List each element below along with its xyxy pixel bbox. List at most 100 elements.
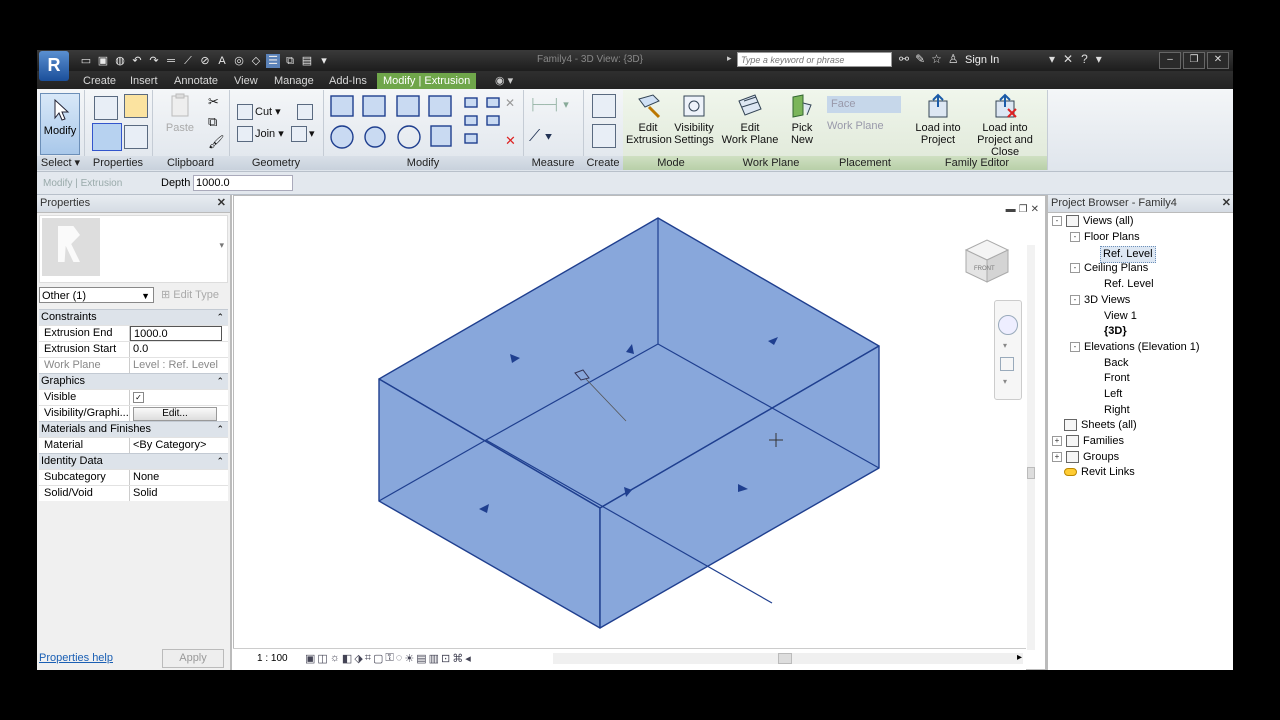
close-icon[interactable]: ✕ bbox=[217, 195, 226, 212]
trim-extend-single-icon[interactable]: ✕ bbox=[505, 96, 515, 110]
tree-item-right[interactable]: Right bbox=[1104, 403, 1130, 418]
wall-joins-icon[interactable] bbox=[295, 104, 315, 120]
search-input[interactable]: Type a keyword or phrase bbox=[737, 52, 892, 67]
close-icon[interactable]: ✕ bbox=[1207, 52, 1229, 69]
move-icon[interactable] bbox=[330, 125, 354, 149]
type-selector[interactable]: ▾ bbox=[39, 215, 228, 283]
tree-item-back[interactable]: Back bbox=[1104, 356, 1128, 371]
mirror-pick-axis-icon[interactable] bbox=[396, 95, 420, 117]
collapse-toggle-icon[interactable]: - bbox=[1070, 295, 1080, 306]
depth-input[interactable] bbox=[193, 175, 293, 191]
binoculars-icon[interactable]: ⚯ bbox=[899, 52, 909, 66]
family-types-icon[interactable] bbox=[124, 94, 148, 118]
text-icon[interactable]: A bbox=[215, 54, 229, 68]
visibility-settings-button[interactable]: Visibility Settings bbox=[672, 93, 716, 146]
expand-toggle-icon[interactable]: + bbox=[1052, 436, 1062, 447]
type-properties-icon[interactable] bbox=[94, 96, 118, 120]
sun-path-icon[interactable]: ☼ bbox=[330, 652, 340, 665]
face-button[interactable]: Face bbox=[827, 96, 901, 113]
edit-type-button[interactable]: ⊞ Edit Type bbox=[161, 288, 219, 301]
scroll-left-icon[interactable]: ◂ bbox=[465, 652, 471, 665]
tab-manage[interactable]: Manage bbox=[268, 73, 320, 89]
prop-row[interactable]: Visibility/Graphi... Edit... bbox=[39, 405, 228, 421]
close-icon[interactable]: ✕ bbox=[1222, 195, 1231, 212]
analytical-model-icon[interactable]: ▤ bbox=[416, 652, 426, 665]
exchange-icon[interactable]: ✕ bbox=[1063, 52, 1073, 66]
subscription-icon[interactable]: ✎ bbox=[915, 52, 925, 66]
tab-create[interactable]: Create bbox=[77, 73, 122, 89]
aligned-dimension-icon[interactable]: ⟋ ▾ bbox=[529, 128, 552, 146]
steering-wheel-icon[interactable] bbox=[998, 315, 1018, 335]
collapse-toggle-icon[interactable]: - bbox=[1070, 232, 1080, 243]
tree-item-groups[interactable]: + Groups bbox=[1052, 450, 1119, 465]
create-group-icon[interactable] bbox=[592, 124, 616, 148]
qat-dropdown-icon[interactable]: ▾ bbox=[317, 54, 331, 68]
temporary-hide-icon[interactable]: ◌ bbox=[396, 652, 403, 665]
work-plane-placement-button[interactable]: Work Plane bbox=[827, 118, 884, 135]
offset-icon[interactable] bbox=[362, 95, 386, 117]
collapse-toggle-icon[interactable]: - bbox=[1070, 342, 1080, 353]
3d-viewport[interactable]: ▬ ❐ ✕ FRONT bbox=[233, 195, 1046, 670]
tree-item-left[interactable]: Left bbox=[1104, 387, 1122, 402]
measure-distance-icon[interactable]: ├──┤ ▾ bbox=[529, 98, 569, 111]
search-expand-icon[interactable]: ▸ bbox=[727, 53, 732, 64]
detail-level-icon[interactable]: ▣ bbox=[305, 652, 315, 665]
undo-icon[interactable]: ↶ bbox=[130, 54, 144, 68]
reveal-constraints-icon[interactable]: ⊡ bbox=[441, 652, 450, 665]
ribbon-minimize-icon[interactable]: ◉ ▾ bbox=[489, 73, 519, 89]
tab-modify-extrusion[interactable]: Modify | Extrusion bbox=[377, 73, 477, 89]
collapse-toggle-icon[interactable]: - bbox=[1052, 216, 1062, 227]
tab-add-ins[interactable]: Add-Ins bbox=[323, 73, 373, 89]
visual-style-icon[interactable]: ◫ bbox=[317, 652, 327, 665]
group-identity-data[interactable]: Identity Data ⌃ bbox=[39, 453, 228, 469]
tab-view[interactable]: View bbox=[228, 73, 264, 89]
worksharing-icon[interactable]: ⌘ bbox=[452, 652, 463, 665]
tree-item-front[interactable]: Front bbox=[1104, 371, 1130, 386]
match-properties-icon[interactable]: 🖌 bbox=[208, 134, 225, 150]
properties-icon[interactable] bbox=[92, 123, 122, 151]
tree-item-revit-links[interactable]: Revit Links bbox=[1064, 465, 1135, 480]
default-3d-view-icon[interactable]: ◎ bbox=[232, 54, 246, 68]
open-icon[interactable]: ▭ bbox=[79, 54, 93, 68]
tab-insert[interactable]: Insert bbox=[124, 73, 164, 89]
vertical-scrollbar[interactable] bbox=[1027, 245, 1035, 650]
help-icon[interactable]: ? bbox=[1081, 52, 1088, 66]
show-rendering-icon[interactable]: ⬗ bbox=[354, 652, 362, 665]
tree-item-families[interactable]: + Families bbox=[1052, 434, 1124, 449]
redo-icon[interactable]: ↷ bbox=[147, 54, 161, 68]
vertical-scroll-thumb[interactable] bbox=[1027, 467, 1035, 479]
paste-button[interactable]: Paste bbox=[160, 93, 200, 134]
tree-item-ceiling-plans[interactable]: - Ceiling Plans bbox=[1070, 261, 1148, 276]
extrusion-model[interactable] bbox=[234, 196, 1045, 648]
restore-icon[interactable]: ❐ bbox=[1183, 52, 1205, 69]
prop-row[interactable]: Visible ✓ bbox=[39, 389, 228, 405]
thin-lines-icon[interactable]: ☰ bbox=[266, 53, 280, 68]
join-geometry-button[interactable]: Join ▾ bbox=[235, 126, 284, 142]
tree-item-views-all[interactable]: - Views (all) bbox=[1052, 214, 1134, 229]
delete-icon[interactable]: ✕ bbox=[505, 133, 516, 148]
instance-filter-dropdown[interactable]: Other (1) ▼ bbox=[39, 287, 154, 303]
apply-button[interactable]: Apply bbox=[162, 649, 224, 668]
tab-annotate[interactable]: Annotate bbox=[168, 73, 224, 89]
shadows-icon[interactable]: ◧ bbox=[342, 652, 352, 665]
group-constraints[interactable]: Constraints ⌃ bbox=[39, 309, 228, 325]
expand-toggle-icon[interactable]: + bbox=[1052, 452, 1062, 463]
favorites-star-icon[interactable]: ☆ bbox=[931, 52, 942, 66]
prop-row[interactable]: Subcategory None bbox=[39, 469, 228, 485]
tag-icon[interactable]: ⊘ bbox=[198, 54, 212, 68]
sign-in-link[interactable]: Sign In bbox=[965, 54, 999, 66]
prop-row[interactable]: Extrusion End 1000.0 bbox=[39, 325, 228, 341]
tree-item-elevations[interactable]: - Elevations (Elevation 1) bbox=[1070, 340, 1200, 355]
load-into-project-and-close-button[interactable]: Load into Project and Close bbox=[965, 93, 1045, 158]
cut-geometry-button[interactable]: Cut ▾ bbox=[235, 104, 281, 120]
modify-button[interactable]: Modify bbox=[40, 93, 80, 155]
pick-new-button[interactable]: Pick New bbox=[783, 93, 821, 146]
crop-view-icon[interactable]: ⌗ bbox=[365, 652, 371, 665]
tree-item-3d-views[interactable]: -3D Views bbox=[1070, 293, 1130, 308]
viewcube[interactable]: FRONT bbox=[962, 236, 1012, 286]
view-scale[interactable]: 1 : 100 bbox=[257, 653, 288, 664]
steering-dropdown-icon[interactable]: ▾ bbox=[1003, 341, 1007, 350]
tree-item-floor-plans[interactable]: - Floor Plans bbox=[1070, 230, 1140, 245]
pin-icon[interactable] bbox=[486, 97, 500, 108]
measure-icon[interactable]: ═ bbox=[164, 54, 178, 68]
